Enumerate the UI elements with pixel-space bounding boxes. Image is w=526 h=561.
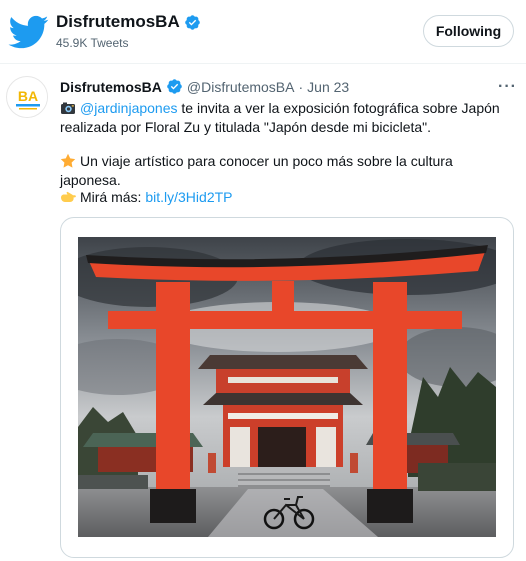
tweet-author-name[interactable]: DisfrutemosBA: [60, 79, 162, 95]
more-options-icon[interactable]: ···: [498, 78, 517, 96]
twitter-bird-icon[interactable]: [6, 12, 52, 52]
tweet-author-handle[interactable]: @DisfrutemosBA: [187, 79, 295, 95]
tweet-date[interactable]: Jun 23: [307, 79, 349, 95]
header-name-text[interactable]: DisfrutemosBA: [56, 12, 180, 32]
more-prefix: Mirá más:: [80, 189, 146, 205]
separator-dot: ·: [298, 78, 304, 95]
tweet-text-paragraph-2: Un viaje artístico para conocer un poco …: [60, 152, 510, 190]
profile-header: DisfrutemosBA 45.9K Tweets Following: [0, 0, 526, 64]
following-button[interactable]: Following: [423, 15, 514, 47]
tweet-header: DisfrutemosBA @DisfrutemosBA · Jun 23: [60, 78, 349, 95]
mention-link[interactable]: @jardinjapones: [80, 100, 178, 116]
tweet-text-b: realizada por Floral Zu y titulada "Japó…: [60, 119, 432, 135]
avatar[interactable]: BA: [6, 76, 48, 118]
tweet-photo[interactable]: [78, 237, 496, 537]
tweet-text-a: te invita a ver la exposición fotográfic…: [177, 100, 500, 116]
verified-badge-icon: [167, 79, 182, 94]
pointing-hand-emoji-icon: [61, 191, 76, 202]
verified-badge-icon: [184, 14, 200, 30]
disfrutemosba-logo: BA: [8, 78, 47, 117]
tweet-count: 45.9K Tweets: [56, 36, 129, 50]
torii-gate-photo: [78, 237, 496, 537]
header-account-name[interactable]: DisfrutemosBA: [56, 12, 201, 32]
camera-emoji-icon: [61, 102, 75, 114]
tweet-text-paragraph-3: Mirá más: bit.ly/3Hid2TP: [60, 188, 510, 207]
star-emoji-icon: [60, 153, 76, 168]
tweet-text-paragraph-1: @jardinjapones te invita a ver la exposi…: [60, 99, 510, 137]
tweet-text-line2: Un viaje artístico para conocer un poco …: [60, 153, 453, 188]
short-url-link[interactable]: bit.ly/3Hid2TP: [145, 189, 232, 205]
svg-text:BA: BA: [18, 88, 38, 104]
